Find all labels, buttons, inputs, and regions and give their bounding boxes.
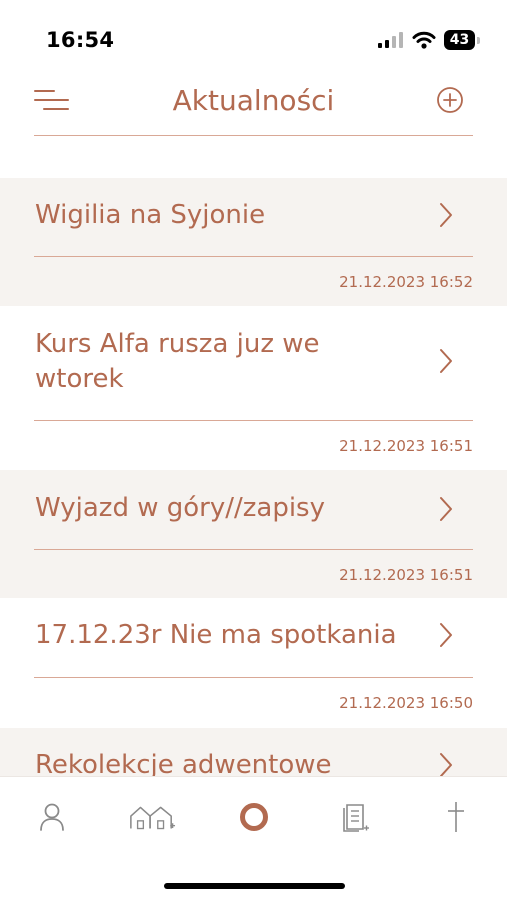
news-item[interactable]: Rekolekcje adwentowe — [0, 728, 507, 776]
news-item[interactable]: 17.12.23r Nie ma spotkania 21.12.2023 16… — [0, 598, 507, 728]
chevron-right-icon — [440, 753, 452, 776]
header-divider — [34, 135, 473, 136]
news-item-date: 21.12.2023 16:51 — [339, 437, 473, 455]
news-item-divider — [34, 549, 473, 550]
tab-documents[interactable] — [332, 797, 380, 837]
home-indicator[interactable] — [164, 883, 345, 889]
cellular-signal-icon — [378, 32, 403, 48]
news-item-date: 21.12.2023 16:50 — [339, 694, 473, 712]
news-item-date: 21.12.2023 16:52 — [339, 273, 473, 291]
chevron-right-icon — [440, 349, 452, 373]
chevron-right-icon — [440, 497, 452, 521]
news-item-title: Wigilia na Syjonie — [35, 200, 266, 230]
status-time: 16:54 — [46, 28, 115, 52]
news-item-title: Rekolekcje adwentowe — [35, 750, 332, 776]
news-item-divider — [34, 420, 473, 421]
news-item-title: Wyjazd w góry//zapisy — [35, 493, 325, 523]
chevron-right-icon — [440, 623, 452, 647]
page-title: Aktualności — [172, 84, 335, 117]
chevron-right-icon — [440, 203, 452, 227]
wifi-icon — [412, 31, 436, 49]
bottom-tab-bar — [0, 776, 507, 901]
tab-news[interactable] — [230, 797, 278, 837]
app-header: Aktualności — [0, 80, 507, 136]
document-icon — [343, 804, 369, 832]
battery-icon: 43 — [444, 30, 480, 50]
news-item-date: 21.12.2023 16:51 — [339, 566, 473, 584]
tab-prayer[interactable] — [432, 797, 480, 837]
news-item-title: 17.12.23r Nie ma spotkania — [35, 620, 397, 650]
news-item[interactable]: Kurs Alfa rusza juz we wtorek 21.12.2023… — [0, 306, 507, 470]
news-item-divider — [34, 256, 473, 257]
news-item[interactable]: Wyjazd w góry//zapisy 21.12.2023 16:51 — [0, 470, 507, 598]
houses-icon — [130, 806, 176, 830]
news-list: Wigilia na Syjonie 21.12.2023 16:52 Kurs… — [0, 178, 507, 776]
battery-level: 43 — [444, 30, 475, 50]
status-bar: 16:54 43 — [0, 0, 507, 80]
cross-icon — [448, 802, 464, 832]
ring-icon — [240, 803, 268, 831]
news-item-divider — [34, 677, 473, 678]
add-circle-icon[interactable] — [436, 86, 464, 114]
tab-profile[interactable] — [28, 797, 76, 837]
tab-communities[interactable] — [128, 797, 176, 837]
news-item[interactable]: Wigilia na Syjonie 21.12.2023 16:52 — [0, 178, 507, 306]
person-icon — [40, 803, 64, 831]
news-item-title: Kurs Alfa rusza juz we wtorek — [35, 329, 320, 394]
